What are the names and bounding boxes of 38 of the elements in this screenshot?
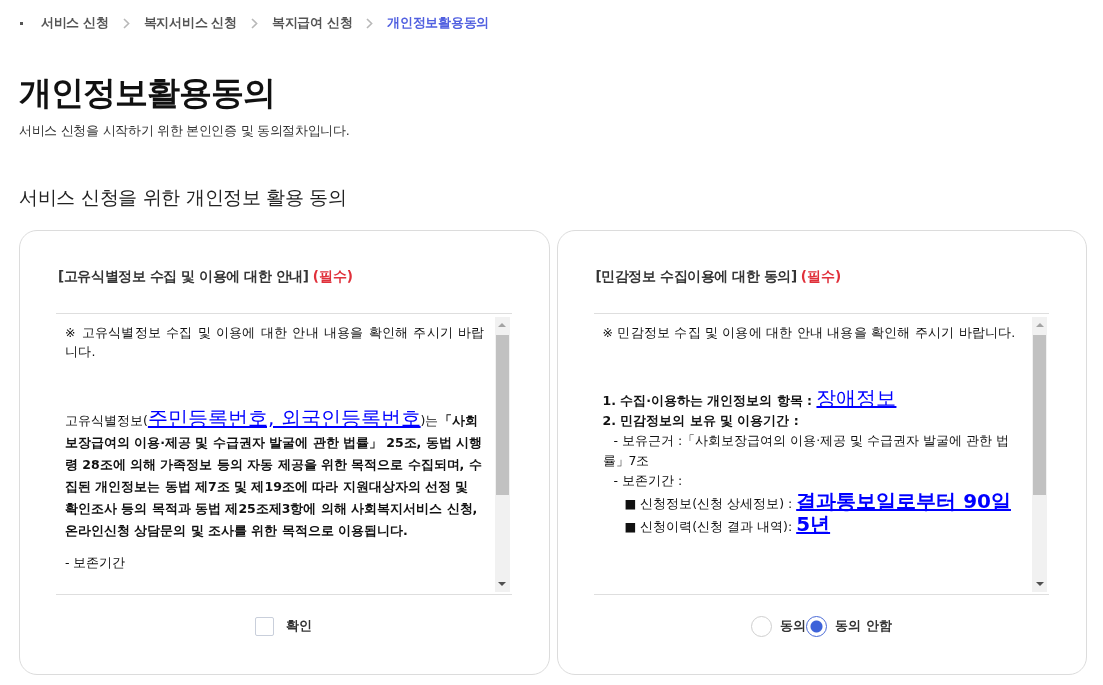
terms-line: 2. 민감정보의 보유 및 이용기간 : <box>602 412 800 430</box>
triangle-down-icon[interactable] <box>1035 582 1044 586</box>
scrollbar[interactable] <box>1032 317 1047 592</box>
chevron-right-icon <box>250 17 258 29</box>
page-subtitle: 서비스 신청을 시작하기 위한 본인인증 및 동의절차입니다. <box>19 122 351 140</box>
scrollbar-thumb[interactable] <box>1033 335 1046 495</box>
radio-button[interactable] <box>806 615 827 637</box>
terms-line: - 보존기간 : <box>612 472 684 490</box>
terms-paragraph: - 보존기간 <box>65 554 127 572</box>
breadcrumb-link[interactable]: 복지서비스 신청 <box>143 14 237 32</box>
terms-line: ■ 신청이력(신청 결과 내역): 5년 <box>623 514 832 537</box>
terms-paragraph: 고유식별정보(주민등록번호, 외국인등록번호)는「사회보장급여의 이용·제공 및 수급권자 발굴에 관한 법률」 25조, 동법 시행령 28조에 의해 가족정보 등의 자동 제공을 위한 목적으로 수집되며, 수집된 개인정보는 동법 제7조 및 제19조에 따라 지원대상자의 선정 및 확인조사 등의 목적과 동법 제25조제3항에 의해 사회복지서비스 신청, 온라인신청 상담문의 및 조사를 위한 목적으로 이용됩니다. <box>65 407 484 540</box>
terms-line: - 보유근거 :「사회보장급여의 이용·제공 및 수급권자 발굴에 관한 법률」7조 <box>602 432 1010 470</box>
checkbox-label[interactable]: 확인 <box>286 617 313 635</box>
breadcrumb-link[interactable]: 복지급여 신청 <box>271 14 353 32</box>
required-label: (필수) <box>312 268 353 286</box>
breadcrumb-link[interactable]: 서비스 신청 <box>41 14 109 32</box>
bullet-icon <box>20 21 23 25</box>
chevron-right-icon <box>122 17 130 29</box>
triangle-up-icon[interactable] <box>1035 323 1044 327</box>
page-title: 개인정보활용동의 <box>19 73 276 113</box>
required-label: (필수) <box>800 268 842 286</box>
terms-line: ■ 신청정보(신청 상세정보) : 결과통보일로부터 90일 <box>623 491 1012 514</box>
scrollbar-thumb[interactable] <box>495 335 509 495</box>
terms-line: 1. 수집·이용하는 개인정보의 항목 : 장애정보 <box>602 388 898 411</box>
radio-label[interactable]: 동의 <box>780 617 806 635</box>
radio-label[interactable]: 동의 안함 <box>835 617 892 635</box>
triangle-down-icon[interactable] <box>498 582 506 586</box>
notice-text: ※ 민감정보 수집 및 이용에 대한 안내 내용을 확인해 주시기 바랍니다. <box>602 324 1017 342</box>
breadcrumb-link[interactable]: 개인정보활용동의 <box>387 14 489 32</box>
triangle-up-icon[interactable] <box>498 323 506 327</box>
chevron-right-icon <box>366 17 374 29</box>
section-title: 서비스 신청을 위한 개인정보 활용 동의 <box>19 185 348 210</box>
card-heading: [고유식별정보 수집 및 이용에 대한 안내] <box>58 268 309 286</box>
card-heading: [민감정보 수집이용에 대한 동의] <box>595 268 797 286</box>
checkbox[interactable] <box>255 616 275 636</box>
notice-text: ※ 고유식별정보 수집 및 이용에 대한 안내 내용을 확인해 주시기 바랍니다. <box>65 324 485 361</box>
scrollbar[interactable] <box>494 317 510 592</box>
